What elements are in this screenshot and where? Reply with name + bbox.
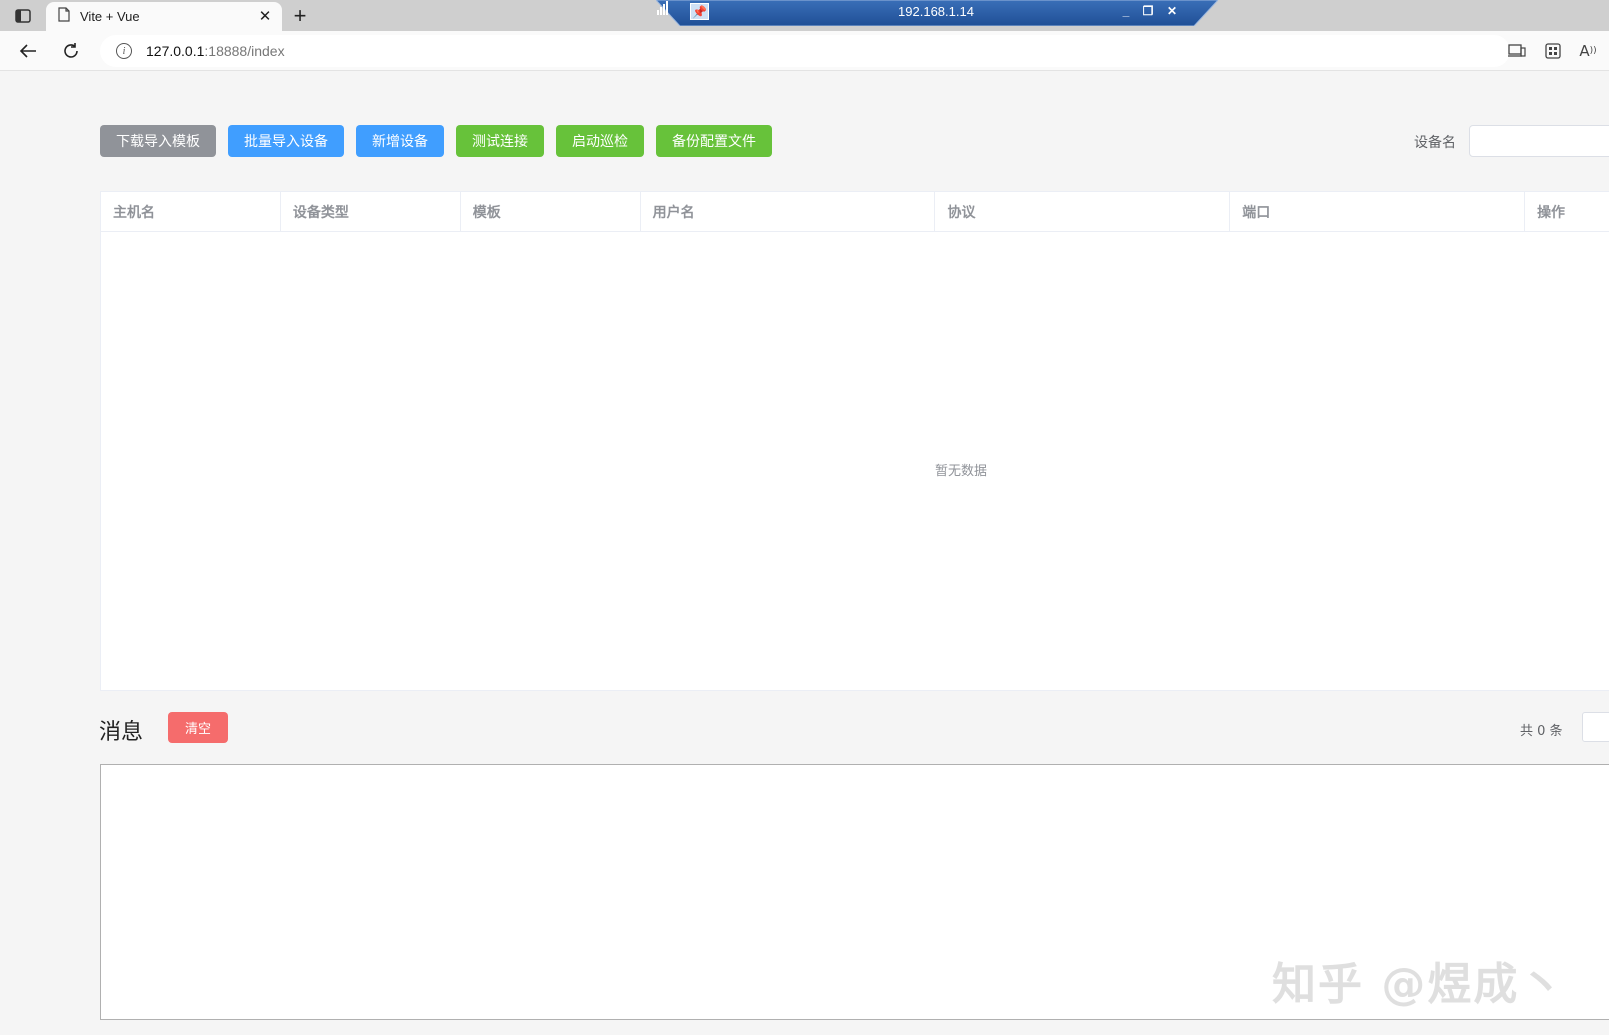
tab-title: Vite + Vue [80,9,140,24]
page-icon [58,7,70,26]
table-header: 主机名 设备类型 模板 用户名 协议 端口 操作 [101,192,1609,232]
tab-actions-icon[interactable] [12,6,34,26]
close-icon[interactable]: ✕ [1164,3,1180,19]
read-aloud-icon[interactable]: A)) [1578,41,1598,61]
device-name-label: 设备名 [1414,135,1456,151]
back-button[interactable] [14,37,42,65]
column-header-username: 用户名 [641,192,936,231]
pin-icon[interactable]: 📌 [690,3,709,20]
backup-config-button[interactable]: 备份配置文件 [656,125,772,157]
remote-session-title: 192.168.1.14 [898,4,974,19]
info-icon[interactable]: i [116,43,132,59]
table-empty-text: 暂无数据 [934,464,987,479]
remote-desktop-bar: 📌 192.168.1.14 _ ❐ ✕ [656,0,1218,26]
minimize-icon[interactable]: _ [1118,3,1134,19]
url-text: 127.0.0.1:18888/index [146,43,285,59]
restore-icon[interactable]: ❐ [1140,3,1156,19]
app-available-icon[interactable] [1507,41,1527,61]
browser-tabbar: Vite + Vue ✕ + 📌 192.168.1.14 _ ❐ ✕ [0,0,1609,31]
column-header-template: 模板 [461,192,641,231]
watermark: 知乎 @煜成丶 [1272,959,1566,1010]
start-inspection-button[interactable]: 启动巡检 [556,125,644,157]
batch-import-button[interactable]: 批量导入设备 [228,125,344,157]
download-template-button[interactable]: 下载导入模板 [100,125,216,157]
test-connection-button[interactable]: 测试连接 [456,125,544,157]
column-header-device-type: 设备类型 [281,192,461,231]
page-size-select[interactable] [1582,712,1609,742]
clear-messages-button[interactable]: 清空 [168,712,228,743]
action-toolbar: 下载导入模板 批量导入设备 新增设备 测试连接 启动巡检 备份配置文件 [100,125,784,157]
url-input[interactable]: i 127.0.0.1:18888/index [100,35,1510,67]
close-tab-icon[interactable]: ✕ [256,7,274,25]
messages-title: 消息 [99,720,144,745]
new-tab-button[interactable]: + [288,3,312,28]
column-header-actions: 操作 [1537,204,1566,221]
column-header-protocol: 协议 [935,192,1231,231]
column-header-port: 端口 [1230,192,1526,231]
browser-addressbar: i 127.0.0.1:18888/index A)) [0,31,1609,71]
device-table: 主机名 设备类型 模板 用户名 协议 端口 操作 暂无数据 [100,191,1609,691]
total-count: 共 0 条 [1520,724,1563,739]
reload-icon [64,43,78,58]
device-name-input[interactable] [1469,125,1609,157]
qr-code-icon[interactable] [1543,41,1563,61]
column-header-hostname: 主机名 [101,192,281,231]
signal-icon [657,1,668,15]
arrow-left-icon [19,44,36,58]
reload-button[interactable] [57,37,85,65]
browser-tab[interactable]: Vite + Vue ✕ [46,2,282,31]
add-device-button[interactable]: 新增设备 [356,125,444,157]
